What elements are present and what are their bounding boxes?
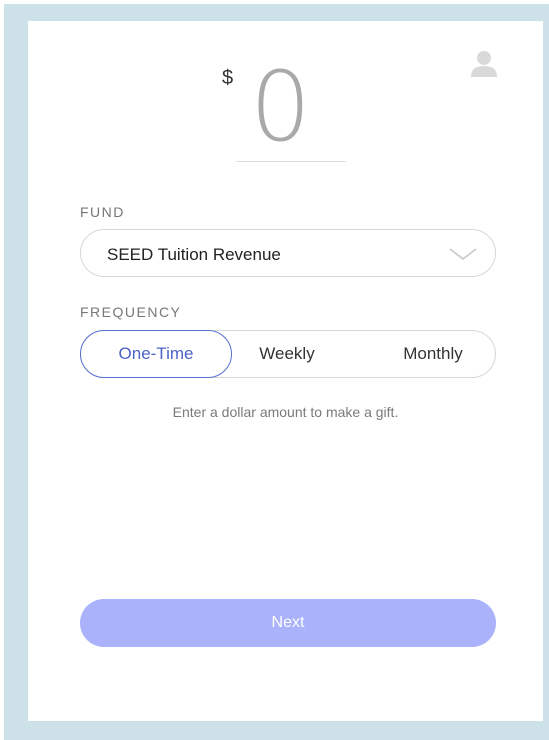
amount-underline	[236, 161, 346, 162]
page-frame: $ 0 FUND SEED Tuition Revenue FREQUENCY …	[4, 4, 549, 740]
frequency-option-one-time[interactable]: One-Time	[80, 330, 232, 378]
fund-label: FUND	[80, 204, 125, 220]
frequency-label: FREQUENCY	[80, 304, 182, 320]
frequency-option-weekly[interactable]: Weekly	[237, 330, 337, 378]
frequency-selector: One-Time Weekly Monthly	[80, 330, 496, 378]
next-button[interactable]: Next	[80, 599, 496, 647]
amount-value[interactable]: 0	[250, 59, 311, 155]
currency-symbol: $	[222, 67, 234, 89]
giving-card: $ 0 FUND SEED Tuition Revenue FREQUENCY …	[28, 21, 543, 721]
amount-display[interactable]: $ 0	[28, 59, 543, 175]
fund-select[interactable]: SEED Tuition Revenue	[80, 229, 496, 277]
frequency-option-monthly[interactable]: Monthly	[377, 330, 489, 378]
chevron-down-icon	[449, 248, 477, 261]
fund-selected-value: SEED Tuition Revenue	[107, 245, 281, 264]
hint-text: Enter a dollar amount to make a gift.	[172, 404, 399, 420]
